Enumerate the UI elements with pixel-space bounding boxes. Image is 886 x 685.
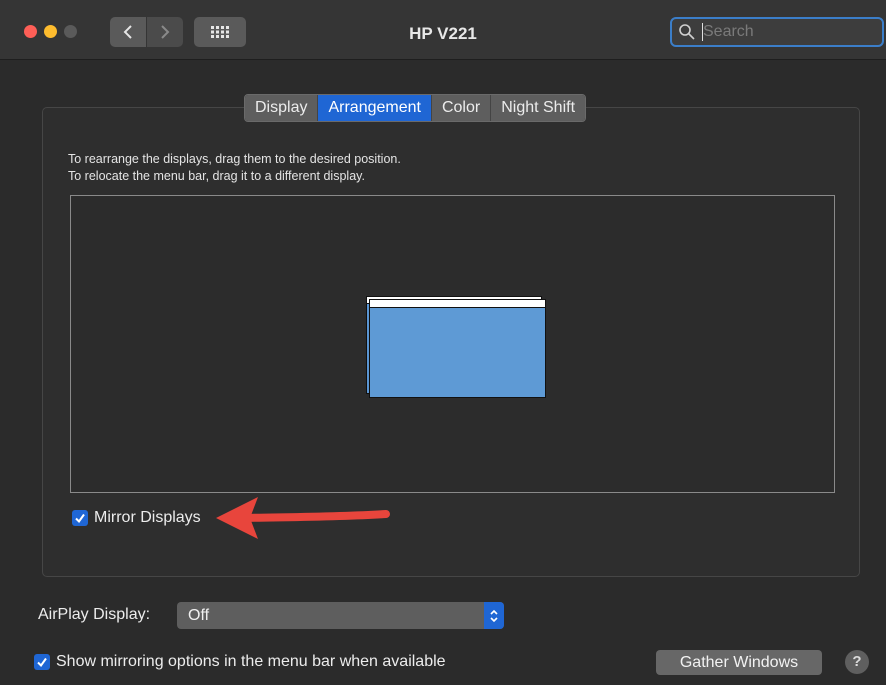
checkmark-icon <box>37 657 47 668</box>
annotation-arrow-icon <box>216 497 390 539</box>
instruction-line-2: To relocate the menu bar, drag it to a d… <box>68 169 365 183</box>
show-mirroring-checkbox[interactable] <box>34 654 50 670</box>
instruction-line-1: To rearrange the displays, drag them to … <box>68 152 401 166</box>
show-mirroring-label[interactable]: Show mirroring options in the menu bar w… <box>56 653 446 671</box>
mirror-displays-label[interactable]: Mirror Displays <box>94 509 201 527</box>
gather-windows-button[interactable]: Gather Windows <box>656 650 822 675</box>
search-field[interactable]: Search <box>670 17 884 47</box>
help-button[interactable]: ? <box>845 650 869 674</box>
mirror-displays-checkbox[interactable] <box>72 510 88 526</box>
menu-bar-indicator[interactable] <box>370 300 545 308</box>
tab-display[interactable]: Display <box>245 95 319 121</box>
up-down-chevron-icon <box>490 609 498 622</box>
airplay-display-label: AirPlay Display: <box>38 606 151 623</box>
search-placeholder: Search <box>703 23 754 40</box>
tab-night-shift[interactable]: Night Shift <box>491 95 586 121</box>
tab-color[interactable]: Color <box>431 95 492 121</box>
display-thumbnail-primary[interactable] <box>369 299 546 398</box>
arrangement-instructions: To rearrange the displays, drag them to … <box>68 151 401 185</box>
select-stepper <box>484 602 504 629</box>
search-icon <box>679 24 695 40</box>
airplay-display-value: Off <box>188 607 210 624</box>
airplay-display-select[interactable]: Off <box>177 602 504 629</box>
tab-bar: Display Arrangement Color Night Shift <box>244 94 587 122</box>
tab-arrangement[interactable]: Arrangement <box>318 95 432 121</box>
checkmark-icon <box>75 513 85 524</box>
title-bar: HP V221 Search <box>0 0 886 60</box>
